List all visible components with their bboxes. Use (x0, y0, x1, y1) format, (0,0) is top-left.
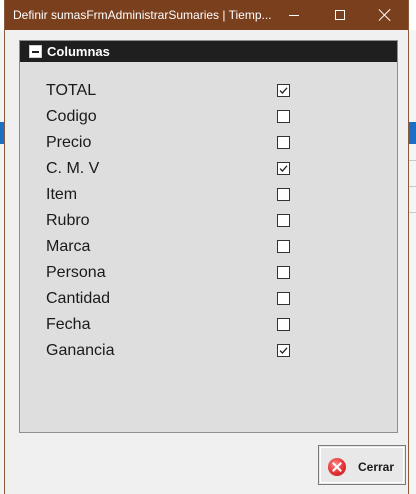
column-item[interactable]: Cantidad (20, 287, 397, 313)
maximize-icon (335, 10, 345, 20)
column-item-label: Codigo (46, 108, 97, 125)
columns-group-header: Columnas (20, 41, 397, 62)
column-item[interactable]: Precio (20, 131, 397, 157)
minimize-button[interactable] (271, 0, 317, 30)
column-item[interactable]: TOTAL (20, 79, 397, 105)
column-checkbox[interactable] (277, 344, 290, 357)
title-bar[interactable]: Definir sumasFrmAdministrarSumaries | Ti… (5, 0, 408, 30)
window-close-button[interactable] (362, 0, 408, 30)
column-checkbox[interactable] (277, 84, 290, 97)
checkmark-icon (279, 87, 288, 94)
column-checkbox[interactable] (277, 318, 290, 331)
minus-icon[interactable] (29, 45, 42, 58)
column-item-label: Marca (46, 238, 91, 255)
column-item[interactable]: Ganancia (20, 339, 397, 365)
column-checkbox[interactable] (277, 162, 290, 175)
columns-group-title: Columnas (47, 44, 110, 59)
cancel-icon (328, 458, 346, 476)
column-checkbox[interactable] (277, 188, 290, 201)
checkmark-icon (279, 165, 288, 172)
cerrar-button-face: Cerrar (320, 447, 404, 483)
window-title: Definir sumasFrmAdministrarSumaries | Ti… (13, 8, 272, 22)
close-icon (379, 9, 391, 21)
column-item-label: Fecha (46, 316, 91, 333)
column-item-label: Precio (46, 134, 92, 151)
checkmark-icon (279, 347, 288, 354)
maximize-button[interactable] (317, 0, 363, 30)
column-checkbox[interactable] (277, 266, 290, 279)
background-grid-line (409, 160, 416, 161)
column-item[interactable]: Marca (20, 235, 397, 261)
column-checkbox[interactable] (277, 110, 290, 123)
cerrar-button[interactable]: Cerrar (318, 445, 406, 485)
column-checkbox[interactable] (277, 136, 290, 149)
columns-group: Columnas TOTAL Codigo Precio C. M. V Item Rub… (19, 40, 398, 433)
cerrar-button-label: Cerrar (358, 460, 395, 474)
column-item[interactable]: Item (20, 183, 397, 209)
column-item[interactable]: Rubro (20, 209, 397, 235)
minimize-icon (289, 14, 299, 16)
background-app-selected-row-right (409, 122, 416, 144)
column-item[interactable]: Fecha (20, 313, 397, 339)
column-item-label: TOTAL (46, 82, 97, 99)
column-item-label: C. M. V (46, 160, 100, 177)
column-item[interactable]: C. M. V (20, 157, 397, 183)
column-checkbox[interactable] (277, 292, 290, 305)
column-checkbox[interactable] (277, 214, 290, 227)
column-item-label: Ganancia (46, 342, 115, 359)
column-item-label: Rubro (46, 212, 90, 229)
background-grid-line (409, 186, 416, 187)
column-item-label: Persona (46, 264, 106, 281)
column-item[interactable]: Codigo (20, 105, 397, 131)
background-grid-line (409, 212, 416, 213)
background-app-right-edge (409, 30, 416, 494)
column-item-label: Cantidad (46, 290, 111, 307)
dialog-window: Definir sumasFrmAdministrarSumaries | Ti… (4, 0, 409, 494)
column-item-label: Item (46, 186, 78, 203)
column-checkbox[interactable] (277, 240, 290, 253)
column-item[interactable]: Persona (20, 261, 397, 287)
